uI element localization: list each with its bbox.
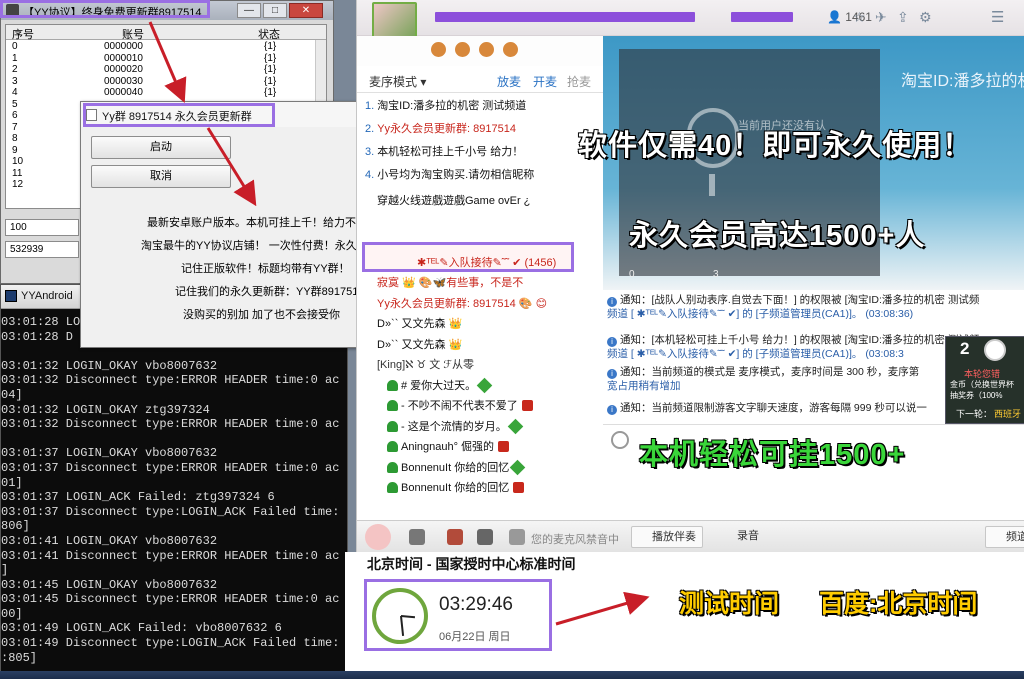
arrow-dialog-to-text [206,127,257,207]
arrow-clock-to-label [555,591,650,626]
arrow-title-to-dialog [148,21,187,104]
annotation-arrows [148,21,650,626]
